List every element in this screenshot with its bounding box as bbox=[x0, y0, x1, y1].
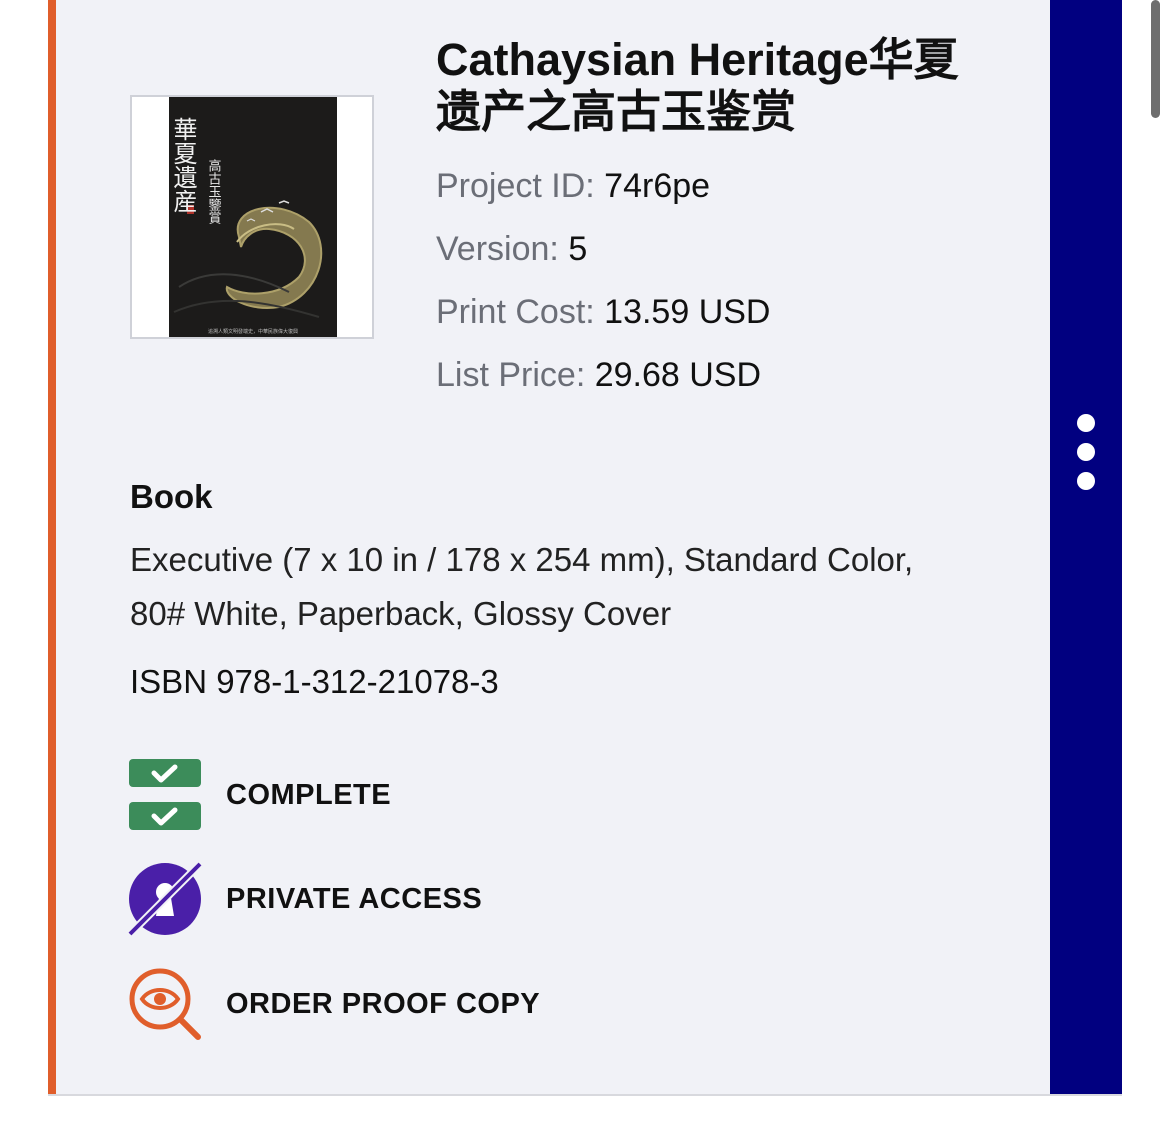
version-row: Version: 5 bbox=[436, 229, 587, 269]
status-complete: COMPLETE bbox=[128, 757, 391, 833]
project-card: 華夏遺産 高古玉鑒賞 追溯人類文明發端史，中華民族偉大復興 Cathaysian… bbox=[48, 0, 1122, 1094]
cover-footer-text: 追溯人類文明發端史，中華民族偉大復興 bbox=[208, 328, 298, 335]
eye-magnifier-icon bbox=[128, 967, 202, 1041]
version-value: 5 bbox=[568, 230, 588, 268]
status-private-access[interactable]: PRIVATE ACCESS bbox=[127, 861, 483, 937]
print-cost-label: Print Cost: bbox=[436, 293, 595, 331]
cover-calligraphy-small: 高古玉鑒賞 bbox=[206, 158, 222, 225]
print-cost-value: 13.59 USD bbox=[604, 293, 771, 331]
actions-side-panel bbox=[1050, 0, 1122, 1094]
project-id-value: 74r6pe bbox=[604, 167, 711, 205]
status-complete-label: COMPLETE bbox=[226, 778, 392, 811]
more-options-icon[interactable] bbox=[1074, 414, 1098, 490]
status-private-access-label: PRIVATE ACCESS bbox=[226, 882, 483, 915]
card-accent-bar bbox=[48, 0, 56, 1094]
project-title[interactable]: Cathaysian Heritage华夏遗产之高古玉鉴赏 bbox=[436, 34, 996, 138]
print-cost-row: Print Cost: 13.59 USD bbox=[436, 292, 771, 332]
list-price-row: List Price: 29.68 USD bbox=[436, 355, 761, 395]
list-price-value: 29.68 USD bbox=[594, 356, 762, 394]
order-proof-copy-label: ORDER PROOF COPY bbox=[226, 987, 541, 1020]
project-id-row: Project ID: 74r6pe bbox=[436, 166, 710, 206]
book-cover-image: 華夏遺産 高古玉鑒賞 追溯人類文明發端史，中華民族偉大復興 bbox=[169, 97, 337, 337]
book-heading: Book bbox=[130, 478, 213, 515]
book-cover-thumbnail[interactable]: 華夏遺産 高古玉鑒賞 追溯人類文明發端史，中華民族偉大復興 bbox=[130, 95, 374, 339]
scrollbar-thumb[interactable] bbox=[1151, 0, 1160, 118]
project-id-label: Project ID: bbox=[436, 167, 595, 205]
eye-slash-icon bbox=[127, 861, 203, 937]
book-spec: Executive (7 x 10 in / 178 x 254 mm), St… bbox=[130, 541, 914, 632]
cover-calligraphy-large: 華夏遺産 bbox=[169, 117, 197, 213]
cover-artwork: 華夏遺産 高古玉鑒賞 追溯人類文明發端史，中華民族偉大復興 bbox=[169, 97, 337, 337]
list-price-label: List Price: bbox=[436, 356, 586, 394]
isbn: ISBN 978-1-312-21078-3 bbox=[130, 663, 499, 700]
version-label: Version: bbox=[436, 230, 559, 268]
double-check-icon bbox=[128, 758, 202, 832]
order-proof-copy-link[interactable]: ORDER PROOF COPY bbox=[128, 966, 540, 1042]
